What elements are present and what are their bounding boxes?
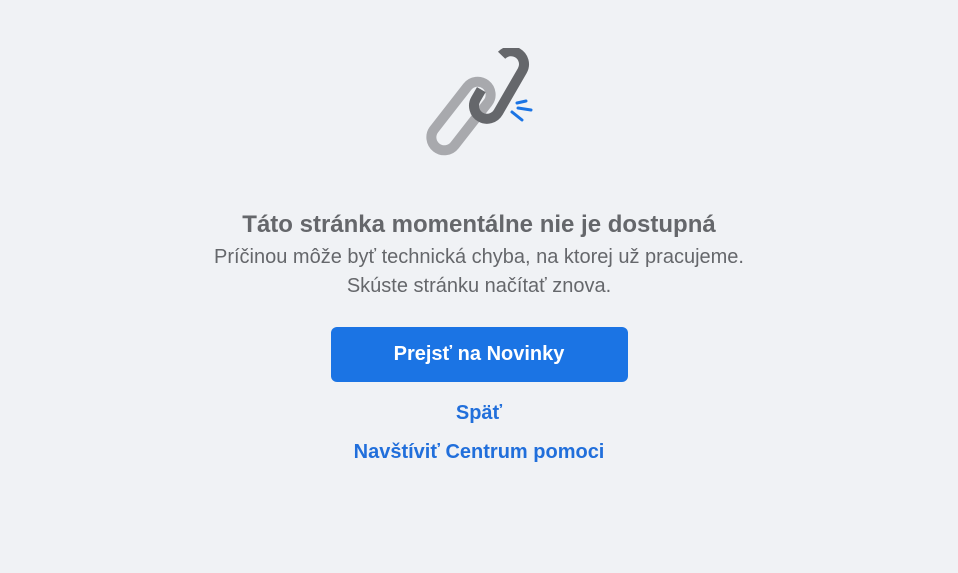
back-link[interactable]: Späť — [456, 400, 502, 426]
go-to-news-feed-button[interactable]: Prejsť na Novinky — [330, 327, 628, 382]
error-description: Príčinou môže byť technická chyba, na kt… — [214, 243, 744, 301]
error-description-line-2: Skúste stránku načítať znova. — [346, 275, 612, 297]
help-center-link[interactable]: Navštíviť Centrum pomoci — [354, 439, 605, 465]
error-page: Táto stránka momentálne nie je dostupná … — [0, 0, 958, 573]
page-title: Táto stránka momentálne nie je dostupná — [242, 211, 716, 238]
broken-link-icon — [414, 46, 544, 178]
error-description-line-1: Príčinou môže byť technická chyba, na kt… — [214, 246, 744, 268]
